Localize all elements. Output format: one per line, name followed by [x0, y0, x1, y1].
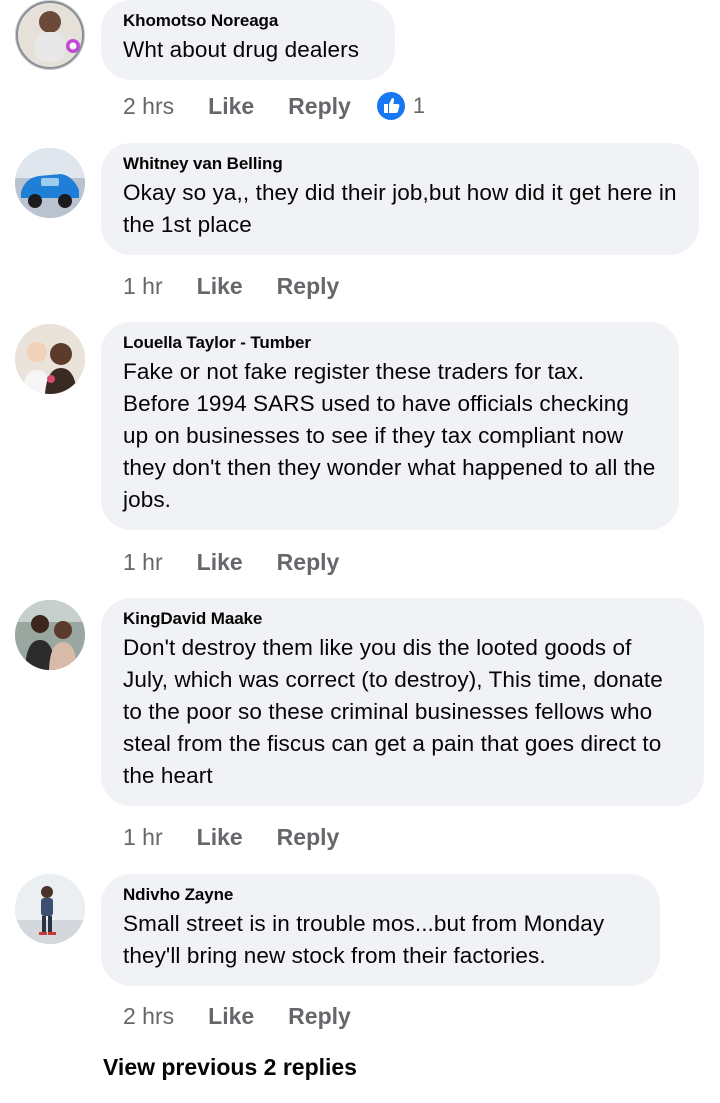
comment-author[interactable]: Louella Taylor - Tumber	[123, 333, 657, 353]
reaction-summary[interactable]: 1	[374, 90, 426, 122]
like-button[interactable]: Like	[197, 824, 243, 851]
comment-actions: 1 hr Like Reply	[123, 822, 373, 852]
reply-button[interactable]: Reply	[277, 824, 340, 851]
comment-actions: 2 hrs Like Reply 1	[123, 90, 426, 122]
like-button[interactable]: Like	[197, 549, 243, 576]
reply-button[interactable]: Reply	[277, 549, 340, 576]
avatar[interactable]	[15, 148, 85, 218]
reaction-count: 1	[412, 93, 426, 118]
like-button[interactable]: Like	[208, 1003, 254, 1030]
comment-time[interactable]: 2 hrs	[123, 93, 174, 120]
comment-text: Fake or not fake register these traders …	[123, 359, 656, 512]
comment-actions: 1 hr Like Reply	[123, 271, 373, 301]
reply-button[interactable]: Reply	[277, 273, 340, 300]
comment-text: Wht about drug dealers	[123, 37, 360, 62]
comment-time[interactable]: 1 hr	[123, 824, 163, 851]
comment-bubble: KingDavid Maake Don't destroy them like …	[101, 598, 704, 806]
comment-text: Okay so ya,, they did their job,but how …	[123, 180, 677, 237]
comment-author[interactable]: Ndivho Zayne	[123, 885, 638, 905]
comment-author[interactable]: Whitney van Belling	[123, 154, 677, 174]
comment-actions: 2 hrs Like Reply	[123, 1001, 385, 1031]
comment-actions: 1 hr Like Reply	[123, 547, 373, 577]
avatar[interactable]	[15, 874, 85, 944]
like-button[interactable]: Like	[208, 93, 254, 120]
view-previous-replies-link[interactable]: View previous 2 replies	[103, 1054, 357, 1081]
thumbs-up-icon	[374, 90, 407, 122]
reply-button[interactable]: Reply	[288, 1003, 351, 1030]
comment-time[interactable]: 2 hrs	[123, 1003, 174, 1030]
comment-author[interactable]: Khomotso Noreaga	[123, 11, 373, 31]
reply-button[interactable]: Reply	[288, 93, 351, 120]
comment-bubble: Ndivho Zayne Small street is in trouble …	[101, 874, 660, 986]
comment-time[interactable]: 1 hr	[123, 549, 163, 576]
avatar[interactable]	[15, 0, 85, 70]
like-button[interactable]: Like	[197, 273, 243, 300]
comment-bubble: Whitney van Belling Okay so ya,, they di…	[101, 143, 699, 255]
avatar[interactable]	[15, 600, 85, 670]
comment-bubble: Louella Taylor - Tumber Fake or not fake…	[101, 322, 679, 530]
avatar[interactable]	[15, 324, 85, 394]
comment-text: Small street is in trouble mos...but fro…	[123, 911, 605, 968]
comment-author[interactable]: KingDavid Maake	[123, 609, 682, 629]
comment-text: Don't destroy them like you dis the loot…	[123, 635, 663, 788]
comment-time[interactable]: 1 hr	[123, 273, 163, 300]
comment-bubble: Khomotso Noreaga Wht about drug dealers	[101, 0, 395, 80]
